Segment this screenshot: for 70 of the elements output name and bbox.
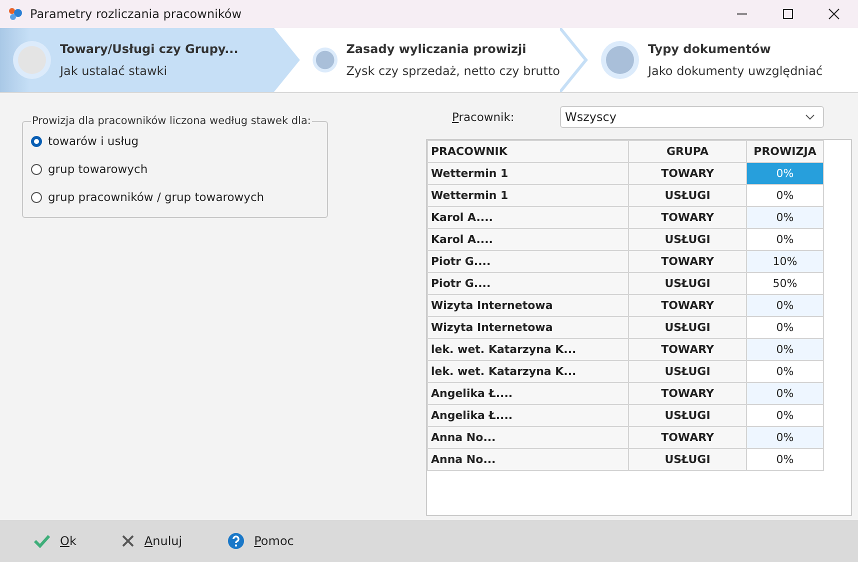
radio-option[interactable]: grup pracowników / grup towarowych [31, 183, 319, 211]
table-cell: Wettermin 1 [428, 184, 628, 206]
close-icon[interactable] [828, 8, 840, 20]
table-cell: TOWARY [628, 162, 746, 184]
radio-icon[interactable] [31, 192, 42, 202]
table-cell: USŁUGI [628, 360, 746, 382]
table-cell: Angelika Ł.... [428, 382, 628, 404]
table-cell: TOWARY [628, 382, 746, 404]
employee-dropdown[interactable]: Wszyscy [560, 106, 824, 128]
window-title: Parametry rozliczania pracowników [30, 7, 242, 21]
table-cell: Karol A.... [428, 206, 628, 228]
table-cell: Angelika Ł.... [428, 404, 628, 426]
field-label: Pracownik: [451, 110, 516, 124]
dropdown-caret-icon [805, 114, 815, 120]
table-cell[interactable]: 0% [746, 426, 824, 448]
app-logo-icon [8, 7, 24, 21]
step-title: Zasady wyliczania prowizji [346, 42, 528, 56]
column-header: PROWIZJA [746, 140, 824, 162]
table-cell[interactable]: 10% [746, 250, 824, 272]
help-button[interactable]: Pomoc [224, 529, 298, 553]
step-circle-icon [12, 40, 52, 80]
table-cell: Wettermin 1 [428, 162, 628, 184]
table-cell: USŁUGI [628, 448, 746, 470]
table-cell[interactable]: 0% [746, 338, 824, 360]
wizard-step[interactable]: Zasady wyliczania prowizji Zysk czy sprzedaż, netto czy brutto [300, 28, 560, 92]
ok-button[interactable]: Ok [30, 530, 80, 552]
table-cell: USŁUGI [628, 184, 746, 206]
table-cell: TOWARY [628, 206, 746, 228]
cancel-button[interactable]: Anuluj [118, 530, 186, 552]
checkmark-icon [34, 534, 50, 548]
radio-icon[interactable] [31, 136, 42, 146]
table-cell: TOWARY [628, 338, 746, 360]
step-subtitle: Jako dokumenty uwzględniać [648, 64, 823, 78]
close-icon [122, 535, 134, 547]
step-title: Towary/Usługi czy Grupy... [60, 42, 238, 56]
table-cell: TOWARY [628, 294, 746, 316]
table-cell: Wizyta Internetowa [428, 294, 628, 316]
table-cell[interactable]: 0% [746, 294, 824, 316]
table-cell[interactable]: 0% [746, 206, 824, 228]
table-cell: USŁUGI [628, 316, 746, 338]
table-cell: Piotr G.... [428, 272, 628, 294]
table-cell: lek. wet. Katarzyna K... [428, 360, 628, 382]
group-legend: Prowizja dla pracowników liczona według stawek dla: [31, 115, 312, 127]
table-cell: TOWARY [628, 426, 746, 448]
step-subtitle: Jak ustalać stawki [60, 64, 168, 78]
step-subtitle: Zysk czy sprzedaż, netto czy brutto [346, 64, 560, 78]
table-cell[interactable]: 0% [746, 382, 824, 404]
radio-option[interactable]: grup towarowych [31, 155, 319, 183]
table-cell: lek. wet. Katarzyna K... [428, 338, 628, 360]
table-cell: Anna No... [428, 426, 628, 448]
step-title: Typy dokumentów [648, 42, 772, 56]
wizard-step[interactable]: Typy dokumentów Jako dokumenty uwzględniać [588, 28, 848, 92]
table-cell[interactable]: 0% [746, 448, 824, 470]
table-cell: Anna No... [428, 448, 628, 470]
help-icon [228, 533, 244, 549]
table-cell: TOWARY [628, 250, 746, 272]
maximize-icon[interactable] [782, 8, 794, 20]
table-cell: Karol A.... [428, 228, 628, 250]
table-cell: USŁUGI [628, 228, 746, 250]
radio-icon[interactable] [31, 164, 42, 174]
chevron-icon [272, 28, 300, 92]
wizard-step[interactable]: Towary/Usługi czy Grupy... Jak ustalać stawki [0, 28, 272, 92]
table-cell: Piotr G.... [428, 250, 628, 272]
column-header: PRACOWNIK [428, 140, 628, 162]
table-cell: USŁUGI [628, 404, 746, 426]
table-cell: USŁUGI [628, 272, 746, 294]
step-circle-icon [600, 40, 640, 80]
table-cell: Wizyta Internetowa [428, 316, 628, 338]
column-header: GRUPA [628, 140, 746, 162]
radio-option[interactable]: towarów i usług [31, 127, 319, 155]
